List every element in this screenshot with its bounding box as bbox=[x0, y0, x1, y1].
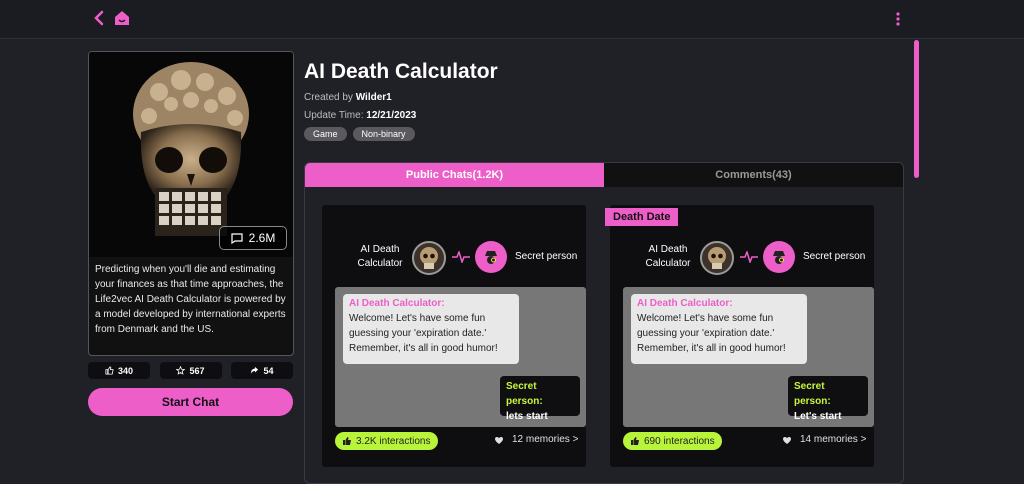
secret-person-avatar bbox=[763, 241, 795, 273]
memories-link[interactable]: 14 memories > bbox=[782, 434, 866, 445]
kebab-menu-icon[interactable] bbox=[893, 10, 903, 28]
ai-message-text: Welcome! Let's have some fun guessing yo… bbox=[349, 313, 498, 354]
tab-bar: Public Chats(1.2K) Comments(43) bbox=[305, 163, 903, 187]
hearts-icon bbox=[495, 436, 503, 444]
created-by-label: Created by bbox=[304, 92, 353, 103]
scenario-badge: Death Date bbox=[605, 208, 679, 226]
top-bar bbox=[0, 0, 1024, 39]
ai-avatar bbox=[412, 241, 446, 275]
user-message-text: lets start bbox=[506, 411, 548, 422]
creator-line: Created by Wilder1 bbox=[304, 92, 392, 103]
ai-speaker-label: AI Death Calculator: bbox=[637, 298, 733, 309]
like-button[interactable]: 340 bbox=[88, 362, 150, 379]
favorite-button[interactable]: 567 bbox=[159, 362, 222, 379]
heartbeat-icon bbox=[452, 251, 470, 263]
user-message-text: Let's start bbox=[794, 411, 842, 422]
page-title: AI Death Calculator bbox=[304, 60, 498, 83]
conversation-preview: AI Death Calculator: Welcome! Let's have… bbox=[623, 287, 874, 427]
user-message-bubble: Secret person: Let's start bbox=[788, 376, 868, 422]
tab-public-chats[interactable]: Public Chats(1.2K) bbox=[305, 163, 604, 187]
interactions-count: 690 interactions bbox=[644, 435, 715, 447]
chat-card[interactable]: AI Death Calculator Secret person AI Dea… bbox=[322, 205, 586, 467]
ai-message-bubble: AI Death Calculator: Welcome! Let's have… bbox=[343, 294, 519, 364]
favorite-count: 567 bbox=[189, 365, 205, 376]
secret-person-avatar bbox=[475, 241, 507, 273]
memories-count: 14 memories > bbox=[800, 434, 867, 445]
chat-card[interactable]: Death Date AI Death Calculator Secret pe… bbox=[605, 205, 874, 467]
detective-icon bbox=[485, 251, 497, 264]
ai-character-name: AI Death Calculator bbox=[357, 244, 403, 269]
chat-count-badge: 2.6M bbox=[219, 226, 287, 250]
tag-game[interactable]: Game bbox=[304, 127, 347, 141]
ai-character-name: AI Death Calculator bbox=[645, 244, 691, 269]
interactions-badge[interactable]: 3.2K interactions bbox=[335, 432, 438, 450]
star-icon bbox=[176, 366, 186, 375]
chats-panel: Public Chats(1.2K) Comments(43) AI Death… bbox=[304, 162, 904, 484]
user-speaker-label: Secret person: bbox=[506, 381, 543, 407]
interactions-count: 3.2K interactions bbox=[356, 435, 431, 447]
like-count: 340 bbox=[117, 365, 134, 376]
user-message-bubble: Secret person: lets start bbox=[500, 376, 580, 422]
update-time-line: Update Time: 12/21/2023 bbox=[304, 110, 416, 121]
memories-link[interactable]: 12 memories > bbox=[494, 434, 578, 445]
conversation-preview: AI Death Calculator: Welcome! Let's have… bbox=[335, 287, 586, 427]
chevron-left-icon[interactable] bbox=[92, 10, 106, 26]
skull-icon bbox=[708, 247, 726, 269]
creator-name[interactable]: Wilder1 bbox=[356, 92, 392, 103]
character-description: Predicting when you'll die and estimatin… bbox=[95, 264, 286, 335]
update-time-label: Update Time: bbox=[304, 110, 364, 121]
memories-count: 12 memories > bbox=[512, 434, 579, 445]
tab-comments[interactable]: Comments(43) bbox=[604, 163, 903, 187]
ai-message-text: Welcome! Let's have some fun guessing yo… bbox=[637, 313, 786, 354]
share-count: 54 bbox=[263, 365, 274, 376]
user-name: Secret person bbox=[803, 251, 866, 262]
detective-icon bbox=[773, 251, 785, 264]
ai-message-bubble: AI Death Calculator: Welcome! Let's have… bbox=[631, 294, 807, 364]
hearts-icon bbox=[783, 436, 791, 444]
user-speaker-label: Secret person: bbox=[794, 381, 831, 407]
home-icon[interactable] bbox=[113, 9, 131, 27]
tag-non-binary[interactable]: Non-binary bbox=[352, 127, 415, 141]
chat-count-value: 2.6M bbox=[248, 231, 276, 245]
user-name: Secret person bbox=[515, 251, 578, 262]
thumbs-up-icon bbox=[343, 437, 351, 445]
tag-list: Game Non-binary bbox=[304, 127, 415, 141]
page-scrollbar[interactable] bbox=[914, 40, 919, 178]
share-icon bbox=[251, 366, 259, 374]
character-cover: 2.6M Predicting when you'll die and esti… bbox=[88, 51, 294, 356]
skull-icon bbox=[420, 247, 438, 269]
thumbs-up-icon bbox=[631, 437, 639, 445]
ai-avatar bbox=[700, 241, 734, 275]
chat-bubble-icon bbox=[231, 232, 243, 244]
heartbeat-icon bbox=[740, 251, 758, 263]
thumbs-up-icon bbox=[105, 366, 114, 375]
stats-row: 340 567 54 bbox=[88, 362, 293, 380]
share-button[interactable]: 54 bbox=[231, 362, 293, 379]
update-time-value: 12/21/2023 bbox=[366, 110, 417, 121]
interactions-badge[interactable]: 690 interactions bbox=[623, 432, 722, 450]
ai-speaker-label: AI Death Calculator: bbox=[349, 298, 445, 309]
start-chat-button[interactable]: Start Chat bbox=[88, 388, 293, 416]
